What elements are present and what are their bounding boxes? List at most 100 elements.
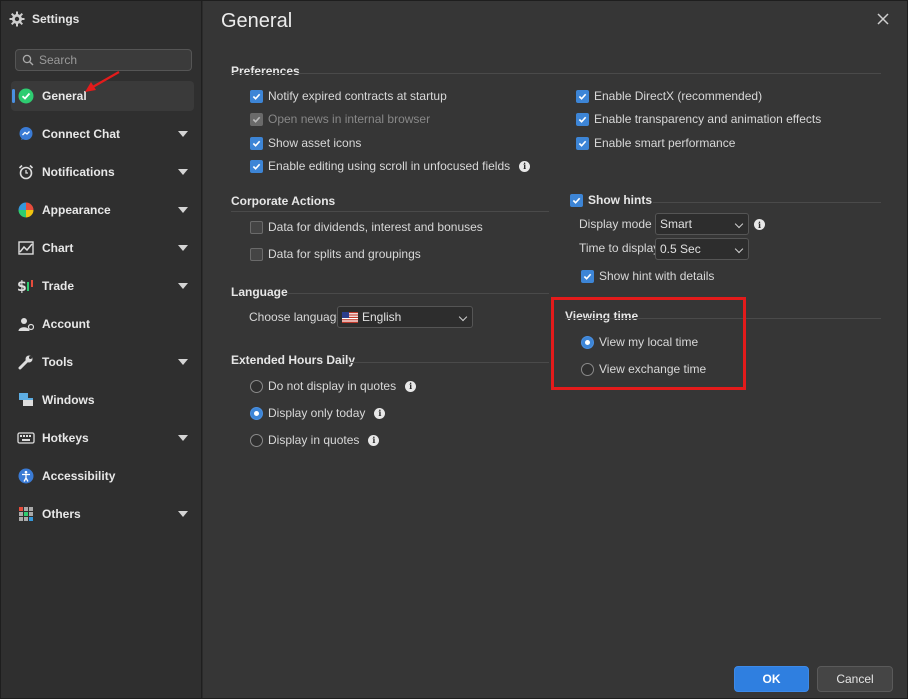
- gear-icon: [9, 11, 25, 27]
- checkbox-label: Open news in internal browser: [268, 112, 431, 126]
- sidebar-item-label: Chart: [42, 241, 74, 255]
- display-mode-label: Display mode: [579, 217, 652, 231]
- radio-selected[interactable]: [250, 406, 263, 420]
- radio-label: Display only today: [268, 406, 366, 420]
- info-icon[interactable]: i: [754, 219, 765, 230]
- checkbox-disabled-checked[interactable]: [250, 112, 263, 126]
- sidebar-item-others[interactable]: Others: [11, 499, 194, 529]
- chevron-down-icon[interactable]: [178, 207, 188, 213]
- sidebar-item-label: Account: [42, 317, 90, 331]
- chevron-down-icon[interactable]: [178, 435, 188, 441]
- checkbox-checked[interactable]: [250, 136, 263, 150]
- sidebar-item-account[interactable]: Account: [11, 309, 194, 339]
- radio-unselected[interactable]: [250, 433, 263, 447]
- cancel-button[interactable]: Cancel: [817, 666, 893, 692]
- corporate-actions-heading: Corporate Actions: [231, 194, 336, 208]
- corp-dividends[interactable]: Data for dividends, interest and bonuses: [250, 220, 483, 234]
- checkbox-label: Enable DirectX (recommended): [594, 89, 763, 103]
- pref-enable-transparency[interactable]: Enable transparency and animation effect…: [576, 112, 821, 126]
- corp-splits[interactable]: Data for splits and groupings: [250, 247, 421, 261]
- pref-notify-expired[interactable]: Notify expired contracts at startup: [250, 89, 447, 103]
- chevron-down-icon[interactable]: [178, 283, 188, 289]
- checkbox-label: Data for splits and groupings: [268, 247, 421, 261]
- display-mode-select[interactable]: Smart: [655, 213, 749, 235]
- pref-show-asset-icons[interactable]: Show asset icons: [250, 136, 361, 150]
- language-value: English: [362, 310, 402, 324]
- checkbox-checked[interactable]: [581, 269, 594, 283]
- sidebar-item-accessibility[interactable]: Accessibility: [11, 461, 194, 491]
- chevron-down-icon[interactable]: [178, 131, 188, 137]
- sidebar-item-hotkeys[interactable]: Hotkeys: [11, 423, 194, 453]
- sidebar-item-label: Notifications: [42, 165, 115, 179]
- pref-enable-smart-performance[interactable]: Enable smart performance: [576, 136, 735, 150]
- chevron-down-icon[interactable]: [178, 245, 188, 251]
- check-circle-icon: [17, 87, 35, 105]
- ext-display-only-today[interactable]: Display only today i: [250, 406, 386, 420]
- sidebar-item-label: Trade: [42, 279, 75, 293]
- checkbox-checked[interactable]: [250, 89, 263, 103]
- info-icon[interactable]: i: [519, 160, 531, 172]
- language-select[interactable]: English: [337, 306, 473, 328]
- search-input[interactable]: Search: [15, 49, 192, 71]
- sidebar-item-general[interactable]: General: [11, 71, 194, 111]
- info-icon[interactable]: i: [405, 380, 417, 392]
- sidebar-item-trade[interactable]: $ Trade: [11, 271, 194, 301]
- checkbox-checked[interactable]: [576, 136, 589, 150]
- sidebar-item-chart[interactable]: Chart: [11, 233, 194, 263]
- chevron-down-icon[interactable]: [178, 169, 188, 175]
- alarm-clock-icon: [17, 163, 35, 181]
- chevron-down-icon[interactable]: [178, 511, 188, 517]
- keyboard-icon: [17, 429, 35, 447]
- sidebar-item-windows[interactable]: Windows: [11, 385, 194, 415]
- checkbox-label: Show hint with details: [599, 269, 715, 283]
- ext-do-not-display[interactable]: Do not display in quotes i: [250, 379, 417, 393]
- divider: [348, 362, 549, 363]
- search-icon: [22, 54, 34, 66]
- pref-enable-editing-scroll[interactable]: Enable editing using scroll in unfocused…: [250, 159, 531, 173]
- time-to-display-label: Time to display: [579, 241, 660, 255]
- close-icon[interactable]: [875, 11, 891, 27]
- time-to-display-select[interactable]: 0.5 Sec: [655, 238, 749, 260]
- pref-enable-directx[interactable]: Enable DirectX (recommended): [576, 89, 762, 103]
- checkbox-unchecked[interactable]: [250, 247, 263, 261]
- checkbox-checked[interactable]: [576, 112, 589, 126]
- window-title: Settings: [9, 10, 79, 28]
- ok-button[interactable]: OK: [734, 666, 809, 692]
- radio-label: Do not display in quotes: [268, 379, 397, 393]
- pref-open-news[interactable]: Open news in internal browser: [250, 112, 430, 126]
- ext-display-in-quotes[interactable]: Display in quotes i: [250, 433, 380, 447]
- divider: [653, 202, 881, 203]
- us-flag-icon: [342, 311, 358, 323]
- sidebar-item-appearance[interactable]: Appearance: [11, 195, 194, 225]
- language-heading: Language: [231, 285, 288, 299]
- checkbox-label: Enable transparency and animation effect…: [594, 112, 822, 126]
- info-icon[interactable]: i: [374, 407, 386, 419]
- checkbox-label: Data for dividends, interest and bonuses: [268, 220, 483, 234]
- display-mode-value: Smart: [660, 217, 693, 231]
- checkbox-checked[interactable]: [250, 159, 263, 173]
- chat-icon: [17, 125, 35, 143]
- divider: [231, 73, 881, 74]
- sidebar-item-notifications[interactable]: Notifications: [11, 157, 194, 187]
- divider: [287, 293, 549, 294]
- dollar-chart-icon: $: [17, 277, 35, 295]
- wrench-icon: [17, 353, 35, 371]
- checkbox-checked[interactable]: [570, 193, 583, 207]
- radio-unselected[interactable]: [250, 379, 263, 393]
- checkbox-checked[interactable]: [576, 89, 589, 103]
- show-hint-details[interactable]: Show hint with details: [581, 269, 714, 283]
- sidebar-item-connect-chat[interactable]: Connect Chat: [11, 119, 194, 149]
- chevron-down-icon: [458, 312, 468, 322]
- account-icon: [17, 315, 35, 333]
- sidebar-item-tools[interactable]: Tools: [11, 347, 194, 377]
- show-hints-toggle[interactable]: Show hints: [570, 193, 652, 207]
- chevron-down-icon[interactable]: [178, 359, 188, 365]
- info-icon[interactable]: i: [368, 434, 380, 446]
- red-arrow-annotation: [85, 71, 120, 92]
- grid-icon: [17, 505, 35, 523]
- checkbox-unchecked[interactable]: [250, 220, 263, 234]
- radio-label: Display in quotes: [268, 433, 360, 447]
- chevron-down-icon: [734, 244, 744, 254]
- preferences-heading: Preferences: [231, 64, 300, 78]
- sidebar-item-label: Tools: [42, 355, 74, 369]
